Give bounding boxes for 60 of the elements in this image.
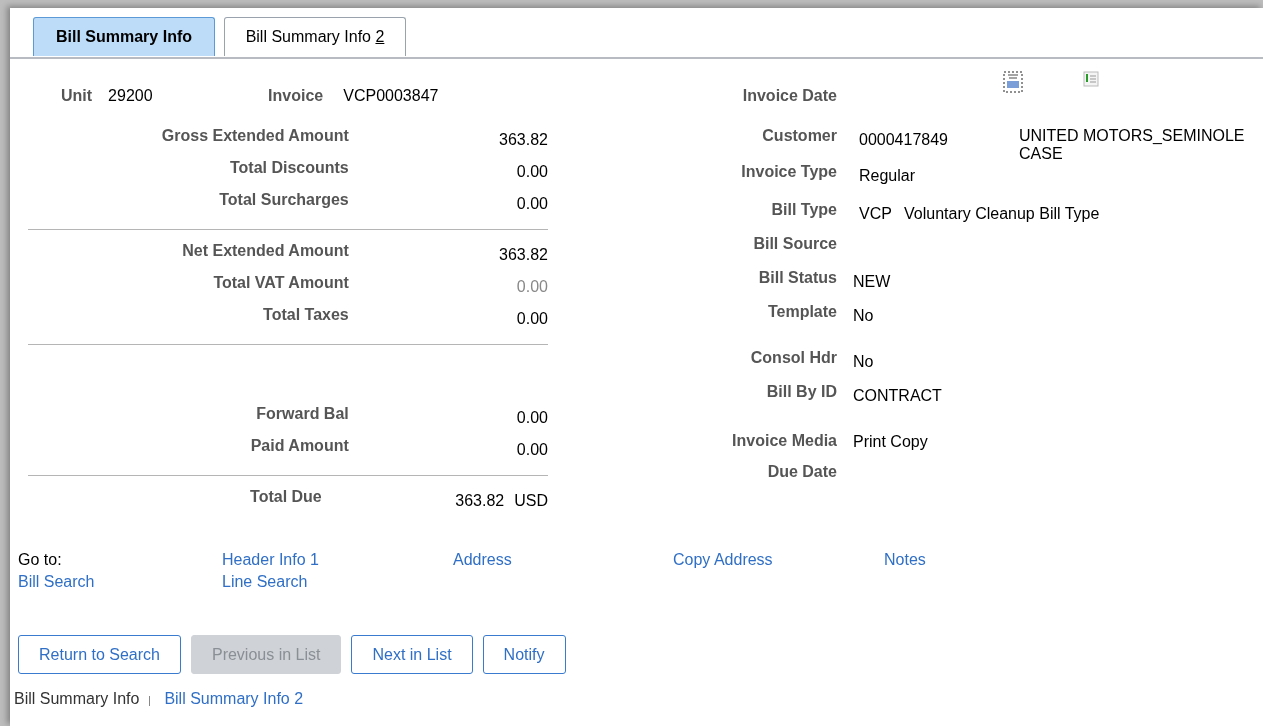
field-label: Template <box>766 303 837 321</box>
field-label: Invoice <box>268 87 324 105</box>
field-description: Voluntary Cleanup Bill Type <box>904 205 1100 223</box>
invoice-icon[interactable] <box>1083 71 1099 87</box>
field-value: VCP0003847 <box>343 87 439 105</box>
currency-code: USD <box>514 491 548 510</box>
action-button[interactable]: Return to Search <box>18 635 181 674</box>
navigation-link[interactable]: Copy Address <box>673 551 884 569</box>
navigation-link[interactable]: Header Info 1 <box>222 551 453 569</box>
field-value: No <box>853 307 875 325</box>
amount-value: 363.82 <box>454 491 505 510</box>
field-label: Bill By ID <box>765 383 837 401</box>
field-description: UNITED MOTORS_SEMINOLE CASE <box>1019 127 1246 163</box>
page-link[interactable]: Bill Summary Info <box>14 690 140 708</box>
field-value: VCP <box>859 205 893 223</box>
field-label: Consol Hdr <box>749 349 837 367</box>
field-label: Invoice Date <box>741 87 837 105</box>
action-button[interactable]: Next in List <box>351 635 473 674</box>
amount-value: 0.00 <box>515 309 548 328</box>
field-label: Total VAT Amount <box>212 274 349 292</box>
field-value: NEW <box>853 273 892 291</box>
field-label: Total Taxes <box>262 306 349 324</box>
navigation-link[interactable]: Line Search <box>222 573 453 591</box>
amount-value: 363.82 <box>498 130 548 149</box>
field-value: Regular <box>859 167 917 185</box>
tab[interactable]: Bill Summary Info <box>33 17 215 56</box>
tab[interactable]: Bill Summary Info 2 <box>224 17 406 56</box>
amount-value: 0.00 <box>515 194 548 213</box>
amount-value: 0.00 <box>515 408 548 427</box>
field-label: Bill Source <box>752 235 837 253</box>
navigation-link[interactable]: Bill Search <box>18 573 222 591</box>
field-label: Bill Status <box>757 269 837 287</box>
field-label: Total Surcharges <box>218 191 349 209</box>
field-label: Customer <box>761 127 837 145</box>
field-label: Bill Type <box>770 201 837 219</box>
field-label: Due Date <box>766 463 837 481</box>
amount-value: 0.00 <box>515 440 548 459</box>
navigation-link[interactable]: Address <box>453 551 673 569</box>
amount-value: 0.00 <box>515 162 548 181</box>
field-label: Total Discounts <box>228 159 349 177</box>
field-label: Invoice Media <box>731 431 837 450</box>
field-value: 29200 <box>108 87 154 105</box>
calendar-icon[interactable] <box>1003 71 1023 93</box>
goto-label: Go to: <box>18 551 63 569</box>
field-label: Unit <box>61 87 93 105</box>
field-label: Net Extended Amount <box>181 242 349 260</box>
amount-value: 0.00 <box>515 277 548 296</box>
navigation-link[interactable]: Notes <box>884 551 1084 569</box>
field-label: Paid Amount <box>249 437 349 455</box>
field-value: No <box>853 353 875 371</box>
field-label: Total Due <box>249 488 322 506</box>
field-label: Forward Bal <box>255 405 349 423</box>
field-value: 0000417849 <box>859 131 949 150</box>
amount-value: 363.82 <box>498 245 548 264</box>
page-link[interactable]: Bill Summary Info 2 <box>164 690 304 708</box>
action-button[interactable]: Notify <box>482 635 566 674</box>
field-value: Print Copy <box>853 433 929 451</box>
field-value: CONTRACT <box>853 387 943 405</box>
field-label: Invoice Type <box>740 163 837 181</box>
field-label: Gross Extended Amount <box>160 127 349 145</box>
